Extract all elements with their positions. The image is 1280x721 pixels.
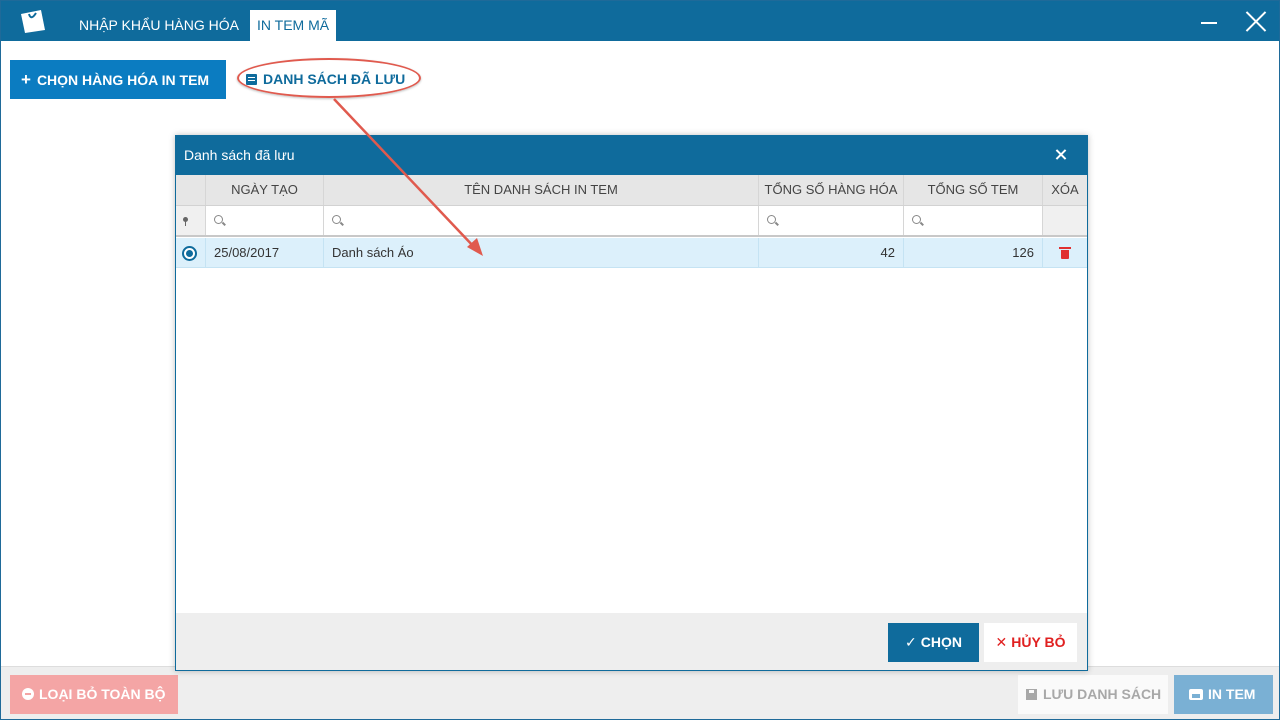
column-header-date[interactable]: NGÀY TẠO: [206, 175, 324, 205]
shopping-bag-icon: [21, 10, 45, 33]
column-header-delete: XÓA: [1051, 182, 1079, 197]
plus-icon: +: [21, 70, 31, 89]
dialog-title: Danh sách đã lưu: [184, 147, 295, 163]
filter-total-labels-input[interactable]: [904, 206, 1043, 235]
table-row[interactable]: 25/08/2017 Danh sách Áo 42 126: [176, 238, 1087, 268]
save-list-label: LƯU DANH SÁCH: [1043, 686, 1162, 702]
saved-list-dialog: Danh sách đã lưu NGÀY TẠO TÊN DANH SÁCH …: [175, 135, 1088, 671]
printer-icon: [1189, 689, 1203, 700]
tab-import-goods[interactable]: NHẬP KHẨU HÀNG HÓA: [72, 10, 246, 41]
filter-delete-cell: [1043, 206, 1087, 235]
choose-goods-label: CHỌN HÀNG HÓA IN TEM: [36, 72, 210, 88]
cancel-label: HỦY BỎ: [1011, 634, 1066, 650]
tab-print-labels[interactable]: IN TEM MÃ: [250, 10, 337, 41]
dialog-footer: ✓ CHỌN ✕ HỦY BỎ: [176, 613, 1087, 670]
row-date: 25/08/2017: [206, 238, 324, 267]
column-header-total-labels[interactable]: TỔNG SỐ TEM: [904, 175, 1043, 205]
header-select-cell: [176, 175, 206, 205]
title-bar: NHẬP KHẨU HÀNG HÓA IN TEM MÃ: [1, 1, 1279, 41]
row-delete-cell[interactable]: [1043, 238, 1087, 267]
row-name: Danh sách Áo: [324, 238, 759, 267]
search-icon: [332, 215, 341, 224]
filter-name-input[interactable]: [324, 206, 759, 235]
trash-icon[interactable]: [1059, 247, 1071, 259]
x-icon: ✕: [995, 634, 1008, 650]
print-labels-button[interactable]: IN TEM: [1174, 675, 1273, 714]
column-header-name[interactable]: TÊN DANH SÁCH IN TEM: [324, 175, 759, 205]
minimize-icon[interactable]: [1199, 9, 1221, 33]
grid-header-row: NGÀY TẠO TÊN DANH SÁCH IN TEM TỔNG SỐ HÀ…: [176, 175, 1087, 206]
row-total-items: 42: [759, 238, 904, 267]
search-icon: [912, 215, 921, 224]
dialog-header: Danh sách đã lưu: [176, 136, 1087, 175]
radio-selected-icon[interactable]: [182, 246, 197, 261]
app-window: NHẬP KHẨU HÀNG HÓA IN TEM MÃ + CHỌN HÀNG …: [0, 0, 1280, 720]
choose-button[interactable]: ✓ CHỌN: [888, 623, 979, 662]
grid-filter-row: [176, 206, 1087, 237]
dialog-close-icon[interactable]: [1053, 147, 1069, 163]
footer-bar: LOẠI BỎ TOÀN BỘ LƯU DANH SÁCH IN TEM: [1, 666, 1279, 719]
remove-all-button[interactable]: LOẠI BỎ TOÀN BỘ: [10, 675, 178, 714]
minus-circle-icon: [22, 688, 34, 700]
annotation-ellipse: [237, 58, 421, 98]
close-icon[interactable]: [1243, 9, 1269, 35]
cancel-button[interactable]: ✕ HỦY BỎ: [984, 623, 1077, 662]
save-list-button[interactable]: LƯU DANH SÁCH: [1018, 675, 1168, 714]
print-labels-label: IN TEM: [1208, 686, 1256, 702]
choose-goods-button[interactable]: + CHỌN HÀNG HÓA IN TEM: [10, 60, 226, 99]
filter-date-input[interactable]: [206, 206, 324, 235]
check-icon: ✓: [905, 634, 917, 650]
row-total-labels: 126: [904, 238, 1043, 267]
remove-all-label: LOẠI BỎ TOÀN BỘ: [39, 686, 166, 702]
column-header-total-items[interactable]: TỔNG SỐ HÀNG HÓA: [759, 175, 904, 205]
row-select-cell[interactable]: [176, 238, 206, 267]
pin-icon: [183, 217, 188, 226]
floppy-disk-icon: [1026, 689, 1037, 700]
search-icon: [214, 215, 223, 224]
filter-total-items-input[interactable]: [759, 206, 904, 235]
search-icon: [767, 215, 776, 224]
filter-pin-cell: [176, 206, 206, 235]
choose-label: CHỌN: [920, 634, 962, 650]
